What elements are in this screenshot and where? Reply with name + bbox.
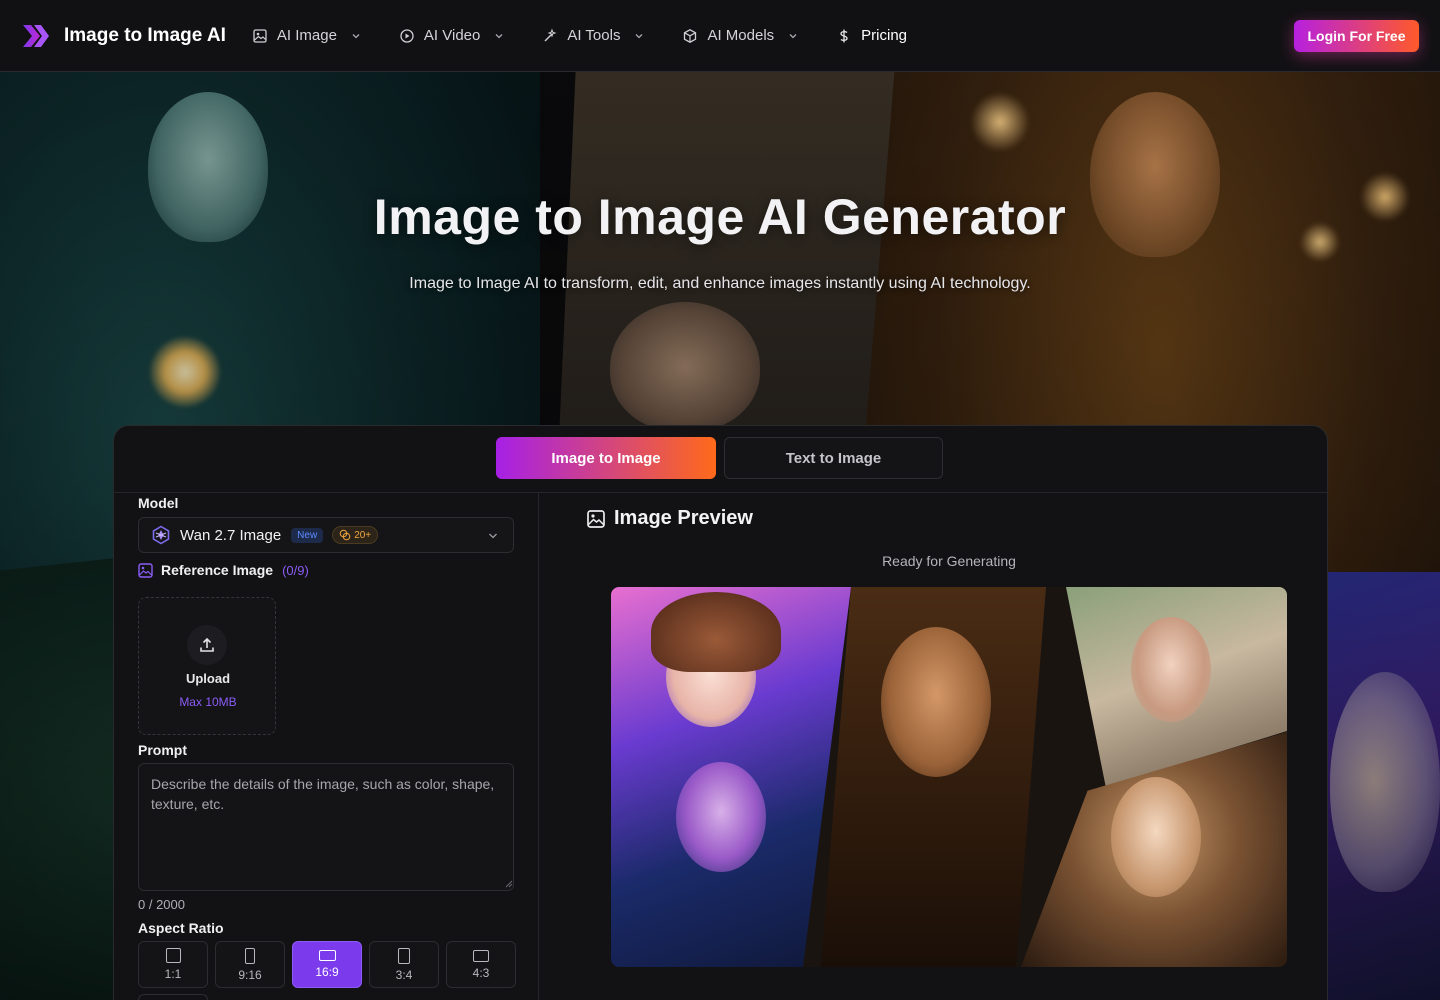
prompt-char-count: 0 / 2000 bbox=[138, 897, 185, 912]
play-circle-icon bbox=[400, 28, 414, 43]
brand-name: Image to Image AI bbox=[64, 24, 226, 46]
chevron-down-icon bbox=[495, 33, 503, 38]
preview-realistic-face bbox=[881, 627, 991, 777]
dollar-icon bbox=[840, 29, 848, 42]
brand-logo[interactable]: Image to Image AI bbox=[22, 23, 226, 49]
landscape-ratio-icon bbox=[318, 950, 336, 961]
ratio-label: 3:4 bbox=[395, 967, 413, 982]
preview-fantasy-face bbox=[1111, 777, 1201, 897]
reference-image-label: Reference Image bbox=[161, 562, 274, 578]
nav-ai-video[interactable]: AI Video bbox=[399, 27, 504, 44]
ratio-label: 16:9 bbox=[315, 965, 339, 979]
nav-ai-models[interactable]: AI Models bbox=[682, 27, 798, 44]
chevron-down-icon bbox=[352, 33, 360, 38]
upload-label: Upload bbox=[185, 671, 231, 686]
cube-icon bbox=[684, 28, 697, 43]
ratio-4-3[interactable]: 4:3 bbox=[446, 941, 516, 988]
reference-image-header: Reference Image (0/9) bbox=[138, 562, 309, 578]
reference-image-count: (0/9) bbox=[282, 562, 309, 578]
preview-photo-face bbox=[1131, 617, 1211, 722]
ratio-label: 1:1 bbox=[164, 967, 182, 981]
upload-size-limit: Max 10MB bbox=[179, 695, 237, 709]
chevron-down-icon bbox=[635, 33, 643, 38]
model-select[interactable]: Wan 2.7 Image New 20+ bbox=[138, 517, 514, 553]
ratio-3-4[interactable]: 3:4 bbox=[369, 941, 439, 988]
nav-ai-image[interactable]: AI Image bbox=[252, 27, 361, 44]
magic-wand-icon bbox=[544, 28, 557, 41]
prompt-input[interactable] bbox=[138, 763, 514, 891]
mode-tabs: Image to Image Text to Image bbox=[496, 437, 943, 479]
tab-text-to-image[interactable]: Text to Image bbox=[724, 437, 943, 479]
coins-icon bbox=[339, 529, 351, 541]
image-icon bbox=[253, 28, 267, 43]
image-icon bbox=[587, 509, 605, 528]
upload-icon-wrap bbox=[187, 625, 227, 665]
landscape-ratio-icon bbox=[473, 949, 489, 962]
ratio-label: 9:16 bbox=[238, 967, 262, 982]
generator-card: Image to Image Text to Image Model Wan 2… bbox=[113, 425, 1328, 1000]
prompt-label: Prompt bbox=[138, 742, 187, 758]
nav-ai-image-label: AI Image bbox=[276, 27, 337, 44]
nav-pricing-label: Pricing bbox=[861, 27, 908, 44]
credits-value: 20+ bbox=[354, 529, 372, 541]
aspect-ratio-options: 1:1 9:16 16:9 3:4 4:3 bbox=[138, 941, 516, 988]
portrait-ratio-icon bbox=[245, 947, 255, 964]
model-logo-icon bbox=[152, 525, 170, 545]
upload-dropzone[interactable]: Upload Max 10MB bbox=[138, 597, 276, 735]
nav-pricing[interactable]: Pricing bbox=[836, 27, 907, 44]
ratio-9-16[interactable]: 9:16 bbox=[215, 941, 285, 988]
image-icon bbox=[138, 562, 153, 578]
credits-badge: 20+ bbox=[332, 526, 379, 544]
ratio-1-1[interactable]: 1:1 bbox=[138, 941, 208, 988]
more-ratio-option[interactable] bbox=[138, 994, 208, 1000]
portrait-ratio-icon bbox=[398, 947, 410, 964]
ratio-label: 4:3 bbox=[472, 965, 490, 980]
preview-status: Ready for Generating bbox=[882, 553, 1016, 569]
preview-anime-face-bottom bbox=[676, 762, 766, 872]
model-label: Model bbox=[138, 495, 179, 511]
upload-icon bbox=[200, 637, 214, 652]
logo-icon bbox=[23, 24, 49, 47]
preview-header: Image Preview bbox=[586, 507, 753, 530]
model-name: Wan 2.7 Image bbox=[180, 526, 282, 544]
tab-image-to-image[interactable]: Image to Image bbox=[496, 437, 716, 479]
top-nav: Image to Image AI AI Image AI Video AI T… bbox=[0, 0, 1440, 72]
aspect-ratio-label: Aspect Ratio bbox=[138, 920, 224, 936]
hero-title: Image to Image AI Generator bbox=[373, 189, 1067, 245]
nav-ai-video-label: AI Video bbox=[423, 27, 481, 44]
preview-sample-image bbox=[611, 587, 1287, 967]
square-ratio-icon bbox=[165, 948, 181, 963]
preview-anime-hair-top bbox=[651, 592, 781, 672]
card-divider bbox=[114, 492, 1327, 493]
preview-title: Image Preview bbox=[614, 507, 753, 529]
ratio-16-9[interactable]: 16:9 bbox=[292, 941, 362, 988]
chevron-down-icon bbox=[789, 33, 797, 38]
nav-ai-models-label: AI Models bbox=[707, 27, 775, 44]
nav-ai-tools[interactable]: AI Tools bbox=[542, 27, 644, 44]
resize-handle-icon[interactable] bbox=[505, 880, 513, 888]
hero-subtitle: Image to Image AI to transform, edit, an… bbox=[409, 275, 1031, 292]
nav-ai-tools-label: AI Tools bbox=[567, 27, 621, 44]
chevron-down-icon bbox=[489, 533, 497, 539]
new-badge: New bbox=[291, 527, 324, 543]
login-button[interactable]: Login For Free bbox=[1294, 20, 1419, 52]
column-divider bbox=[538, 492, 539, 1000]
